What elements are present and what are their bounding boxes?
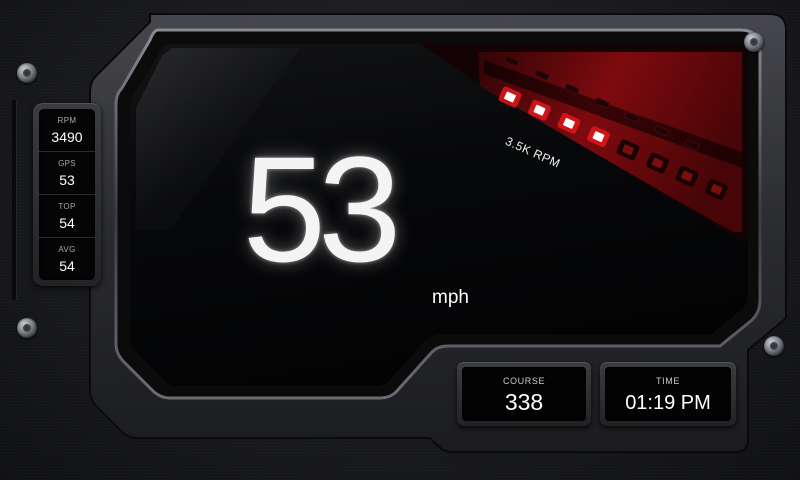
stat-label: RPM (57, 115, 77, 125)
stat-avg: AVG 54 (39, 238, 95, 280)
screw-icon (17, 318, 37, 338)
side-slot (12, 100, 16, 300)
stat-label: AVG (58, 244, 76, 254)
course-value: 338 (504, 389, 544, 415)
stat-top: TOP 54 (39, 195, 95, 238)
stat-value: 53 (59, 171, 75, 188)
stat-gps: GPS 53 (39, 152, 95, 195)
screw-icon (744, 32, 764, 52)
stat-value: 3490 (51, 128, 83, 145)
stat-value: 54 (59, 257, 75, 274)
screw-icon (17, 63, 37, 83)
speed-readout: 53 (242, 125, 402, 293)
stat-label: TOP (58, 201, 76, 211)
stat-value: 54 (59, 214, 75, 231)
time-box: TIME 01:19 PM (600, 362, 736, 426)
course-box: COURSE 338 (457, 362, 591, 426)
stat-label: GPS (58, 158, 76, 168)
stat-rpm: RPM 3490 (39, 109, 95, 152)
screw-icon (764, 336, 784, 356)
course-label: COURSE (502, 376, 546, 386)
stats-panel: RPM 3490 GPS 53 TOP 54 AVG 54 (33, 103, 101, 286)
speed-unit: mph (432, 287, 469, 308)
time-label: TIME (656, 376, 680, 386)
time-value: 01:19 PM (625, 392, 711, 414)
